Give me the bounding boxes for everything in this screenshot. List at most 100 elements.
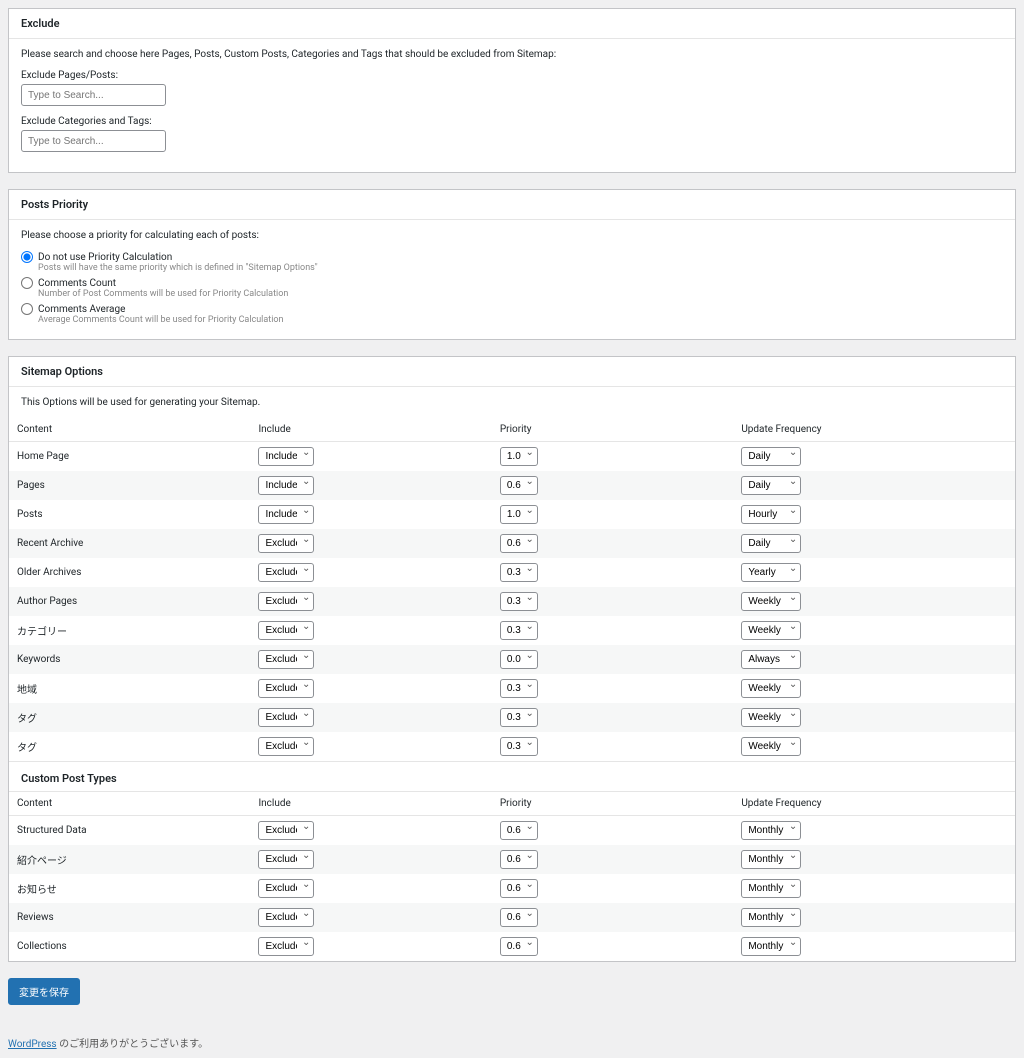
priority-radio-0[interactable] bbox=[21, 251, 33, 263]
frequency-select[interactable]: Weekly bbox=[741, 621, 801, 640]
content-cell: 地域 bbox=[9, 674, 250, 703]
frequency-select[interactable]: Monthly bbox=[741, 850, 801, 869]
posts-priority-desc: Please choose a priority for calculating… bbox=[21, 230, 1003, 241]
sitemap-options-panel: Sitemap Options This Options will be use… bbox=[8, 356, 1016, 962]
include-select[interactable]: Exclude bbox=[258, 879, 314, 898]
frequency-select[interactable]: Weekly bbox=[741, 737, 801, 756]
col-include: Include bbox=[250, 418, 491, 442]
custom-post-types-title: Custom Post Types bbox=[9, 761, 1015, 792]
priority-radio-label-1: Comments Count bbox=[38, 278, 116, 289]
col-include: Include bbox=[250, 792, 491, 816]
footer: WordPress のご利用ありがとうございます。 bbox=[8, 1035, 1016, 1050]
table-row: Home Page Include 1.0 Daily bbox=[9, 442, 1015, 472]
wordpress-link[interactable]: WordPress bbox=[8, 1039, 57, 1050]
content-cell: タグ bbox=[9, 703, 250, 732]
priority-select[interactable]: 0.3 bbox=[500, 737, 538, 756]
table-row: お知らせ Exclude 0.6 Monthly bbox=[9, 874, 1015, 903]
include-select[interactable]: Exclude bbox=[258, 563, 314, 582]
priority-select[interactable]: 0.0 bbox=[500, 650, 538, 669]
col-priority: Priority bbox=[492, 792, 733, 816]
frequency-select[interactable]: Hourly bbox=[741, 505, 801, 524]
content-cell: カテゴリー bbox=[9, 616, 250, 645]
exclude-cats-label: Exclude Categories and Tags: bbox=[21, 116, 1003, 127]
content-cell: Author Pages bbox=[9, 587, 250, 616]
frequency-select[interactable]: Monthly bbox=[741, 879, 801, 898]
exclude-pages-input[interactable] bbox=[21, 84, 166, 106]
frequency-select[interactable]: Daily bbox=[741, 447, 801, 466]
content-cell: Keywords bbox=[9, 645, 250, 674]
include-select[interactable]: Exclude bbox=[258, 737, 314, 756]
col-content: Content bbox=[9, 418, 250, 442]
content-cell: Home Page bbox=[9, 442, 250, 472]
include-select[interactable]: Exclude bbox=[258, 650, 314, 669]
frequency-select[interactable]: Monthly bbox=[741, 937, 801, 956]
frequency-select[interactable]: Always bbox=[741, 650, 801, 669]
table-row: Posts Include 1.0 Hourly bbox=[9, 500, 1015, 529]
footer-text: のご利用ありがとうございます。 bbox=[57, 1039, 208, 1050]
exclude-desc: Please search and choose here Pages, Pos… bbox=[21, 49, 1003, 60]
include-select[interactable]: Exclude bbox=[258, 937, 314, 956]
content-cell: Reviews bbox=[9, 903, 250, 932]
content-cell: お知らせ bbox=[9, 874, 250, 903]
frequency-select[interactable]: Daily bbox=[741, 534, 801, 553]
priority-radio-2[interactable] bbox=[21, 303, 33, 315]
exclude-title: Exclude bbox=[9, 9, 1015, 39]
priority-select[interactable]: 0.3 bbox=[500, 708, 538, 727]
priority-radio-label-0: Do not use Priority Calculation bbox=[38, 252, 172, 263]
frequency-select[interactable]: Monthly bbox=[741, 821, 801, 840]
table-row: Keywords Exclude 0.0 Always bbox=[9, 645, 1015, 674]
priority-select[interactable]: 0.3 bbox=[500, 621, 538, 640]
priority-select[interactable]: 0.6 bbox=[500, 821, 538, 840]
frequency-select[interactable]: Daily bbox=[741, 476, 801, 495]
frequency-select[interactable]: Weekly bbox=[741, 708, 801, 727]
include-select[interactable]: Include bbox=[258, 505, 314, 524]
content-cell: Recent Archive bbox=[9, 529, 250, 558]
include-select[interactable]: Exclude bbox=[258, 679, 314, 698]
include-select[interactable]: Exclude bbox=[258, 908, 314, 927]
exclude-cats-input[interactable] bbox=[21, 130, 166, 152]
priority-radio-hint-0: Posts will have the same priority which … bbox=[38, 263, 1003, 273]
col-freq: Update Frequency bbox=[733, 418, 1015, 442]
priority-radio-1[interactable] bbox=[21, 277, 33, 289]
content-cell: タグ bbox=[9, 732, 250, 761]
priority-select[interactable]: 0.6 bbox=[500, 937, 538, 956]
sitemap-desc: This Options will be used for generating… bbox=[21, 397, 1003, 408]
table-row: 紹介ページ Exclude 0.6 Monthly bbox=[9, 845, 1015, 874]
priority-select[interactable]: 0.3 bbox=[500, 679, 538, 698]
content-cell: Pages bbox=[9, 471, 250, 500]
priority-select[interactable]: 0.6 bbox=[500, 908, 538, 927]
table-row: タグ Exclude 0.3 Weekly bbox=[9, 732, 1015, 761]
priority-select[interactable]: 1.0 bbox=[500, 505, 538, 524]
table-row: カテゴリー Exclude 0.3 Weekly bbox=[9, 616, 1015, 645]
content-cell: Collections bbox=[9, 932, 250, 961]
priority-radio-label-2: Comments Average bbox=[38, 304, 125, 315]
priority-select[interactable]: 0.6 bbox=[500, 850, 538, 869]
include-select[interactable]: Exclude bbox=[258, 708, 314, 727]
content-cell: 紹介ページ bbox=[9, 845, 250, 874]
frequency-select[interactable]: Weekly bbox=[741, 679, 801, 698]
exclude-pages-label: Exclude Pages/Posts: bbox=[21, 70, 1003, 81]
include-select[interactable]: Include bbox=[258, 447, 314, 466]
col-content: Content bbox=[9, 792, 250, 816]
include-select[interactable]: Exclude bbox=[258, 621, 314, 640]
priority-select[interactable]: 0.3 bbox=[500, 563, 538, 582]
include-select[interactable]: Exclude bbox=[258, 592, 314, 611]
table-row: Structured Data Exclude 0.6 Monthly bbox=[9, 816, 1015, 846]
priority-radio-hint-1: Number of Post Comments will be used for… bbox=[38, 289, 1003, 299]
priority-select[interactable]: 0.3 bbox=[500, 592, 538, 611]
save-button[interactable]: 変更を保存 bbox=[8, 978, 80, 1005]
priority-select[interactable]: 0.6 bbox=[500, 879, 538, 898]
frequency-select[interactable]: Monthly bbox=[741, 908, 801, 927]
priority-select[interactable]: 0.6 bbox=[500, 534, 538, 553]
frequency-select[interactable]: Weekly bbox=[741, 592, 801, 611]
include-select[interactable]: Exclude bbox=[258, 850, 314, 869]
frequency-select[interactable]: Yearly bbox=[741, 563, 801, 582]
include-select[interactable]: Include bbox=[258, 476, 314, 495]
include-select[interactable]: Exclude bbox=[258, 534, 314, 553]
custom-table: Content Include Priority Update Frequenc… bbox=[9, 792, 1015, 961]
priority-radio-hint-2: Average Comments Count will be used for … bbox=[38, 315, 1003, 325]
content-cell: Older Archives bbox=[9, 558, 250, 587]
priority-select[interactable]: 0.6 bbox=[500, 476, 538, 495]
priority-select[interactable]: 1.0 bbox=[500, 447, 538, 466]
include-select[interactable]: Exclude bbox=[258, 821, 314, 840]
